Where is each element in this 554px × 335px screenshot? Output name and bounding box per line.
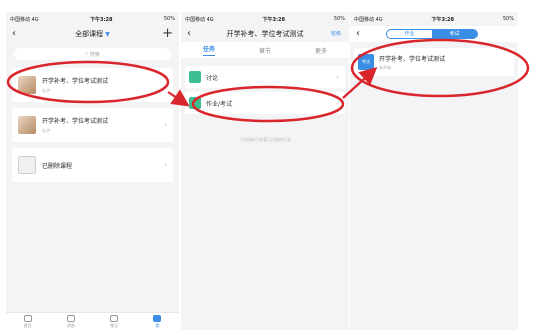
status-bar: 中国移动 4G 下午3:28 50%	[181, 12, 349, 26]
tab-more[interactable]: 更多	[315, 46, 327, 55]
course-title: 已删除课程	[42, 162, 73, 170]
course-teacher: 杜洪	[42, 128, 50, 133]
exam-badge: 考试	[358, 54, 374, 70]
back-icon[interactable]: ‹	[356, 28, 360, 39]
course-thumbnail	[18, 116, 36, 134]
search-placeholder: 搜索	[89, 51, 100, 58]
course-tabs: 任务 章节 更多	[181, 42, 349, 58]
battery: 50%	[502, 16, 514, 22]
page-title[interactable]: 全部课程	[75, 29, 103, 39]
chevron-right-icon: ›	[336, 99, 339, 107]
course-title: 开学补考、学位考试测试	[42, 78, 109, 85]
home-icon	[23, 314, 32, 322]
nav-bar: ‹ 作业 考试	[350, 26, 518, 42]
tab-label: 笔记	[110, 322, 119, 328]
chevron-right-icon: ›	[164, 161, 167, 169]
tab-label: 首页	[23, 322, 32, 328]
course-title: 开学补考、学位考试测试	[42, 118, 109, 125]
tab-label: 我	[155, 322, 160, 328]
bottom-tab-bar: 首页 消息 笔记 我	[6, 312, 179, 330]
homework-icon	[189, 97, 201, 109]
clock: 下午3:28	[431, 16, 454, 23]
back-icon[interactable]: ‹	[12, 28, 16, 39]
task-row-homework-exam[interactable]: 作业/考试 ›	[185, 92, 345, 114]
battery: 50%	[163, 16, 175, 22]
tab-home[interactable]: 首页	[23, 314, 32, 329]
segment-exam[interactable]: 考试	[432, 30, 477, 38]
deleted-courses-card[interactable]: 已删除课程 ›	[12, 148, 173, 182]
segment-homework[interactable]: 作业	[387, 30, 432, 38]
screenshot-stage: 中国移动 4G 下午3:28 50% ‹ 全部课程 ▼ + ⌕ 搜索 开学补考、…	[0, 0, 554, 335]
exam-title: 开学补考、学位考试测试	[379, 55, 446, 63]
search-input[interactable]: ⌕ 搜索	[14, 48, 171, 60]
course-card[interactable]: 开学补考、学位考试测试 杜洪 ›	[12, 108, 173, 142]
tab-label: 消息	[66, 322, 75, 328]
task-row-discussion[interactable]: 讨论 ›	[185, 66, 345, 88]
clock: 下午3:28	[262, 16, 285, 23]
nav-bar: ‹ 开学补考、学位考试测试 班级	[181, 26, 349, 42]
exam-row[interactable]: 考试 开学补考、学位考试测试 未开始	[354, 48, 514, 76]
tab-tasks[interactable]: 任务	[202, 44, 215, 56]
add-icon[interactable]: +	[162, 26, 173, 41]
tab-notes[interactable]: 笔记	[110, 314, 119, 329]
course-card[interactable]: 开学补考、学位考试测试 杜洪	[12, 68, 173, 102]
tab-me[interactable]: 我	[153, 314, 162, 329]
chevron-right-icon: ›	[336, 73, 339, 81]
course-teacher: 杜洪	[42, 88, 50, 93]
nav-bar: ‹ 全部课程 ▼ +	[6, 26, 179, 42]
course-thumbnail	[18, 76, 36, 94]
task-label: 讨论	[206, 74, 219, 82]
chevron-right-icon: ›	[164, 121, 167, 129]
carrier: 中国移动 4G	[185, 16, 214, 23]
carrier: 中国移动 4G	[354, 16, 383, 23]
user-icon	[153, 314, 162, 322]
clock: 下午3:28	[90, 16, 113, 23]
exam-status: 未开始	[379, 64, 391, 70]
battery: 50%	[333, 16, 345, 22]
tab-messages[interactable]: 消息	[66, 314, 75, 329]
class-link[interactable]: 班级	[331, 30, 341, 37]
chat-icon	[66, 314, 75, 322]
homework-exam-screen: 中国移动 4G 下午3:28 50% ‹ 作业 考试 考试 开学补考、学位考试测…	[350, 12, 518, 330]
discussion-icon	[189, 71, 201, 83]
status-bar: 中国移动 4G 下午3:28 50%	[6, 12, 179, 26]
status-bar: 中国移动 4G 下午3:28 50%	[350, 12, 518, 26]
back-icon[interactable]: ‹	[187, 28, 191, 39]
refresh-hint: 下拉刷新可查看已过期的任务	[239, 137, 291, 142]
chevron-down-icon[interactable]: ▼	[105, 31, 110, 38]
folder-icon	[18, 156, 36, 174]
course-list-screen: 中国移动 4G 下午3:28 50% ‹ 全部课程 ▼ + ⌕ 搜索 开学补考、…	[6, 12, 179, 330]
note-icon	[110, 314, 119, 322]
segment-control: 作业 考试	[386, 29, 478, 39]
page-title: 开学补考、学位考试测试	[226, 30, 304, 38]
carrier: 中国移动 4G	[10, 16, 39, 23]
tab-chapters[interactable]: 章节	[259, 46, 271, 55]
task-label: 作业/考试	[206, 100, 233, 108]
course-detail-screen: 中国移动 4G 下午3:28 50% ‹ 开学补考、学位考试测试 班级 任务 章…	[181, 12, 349, 330]
